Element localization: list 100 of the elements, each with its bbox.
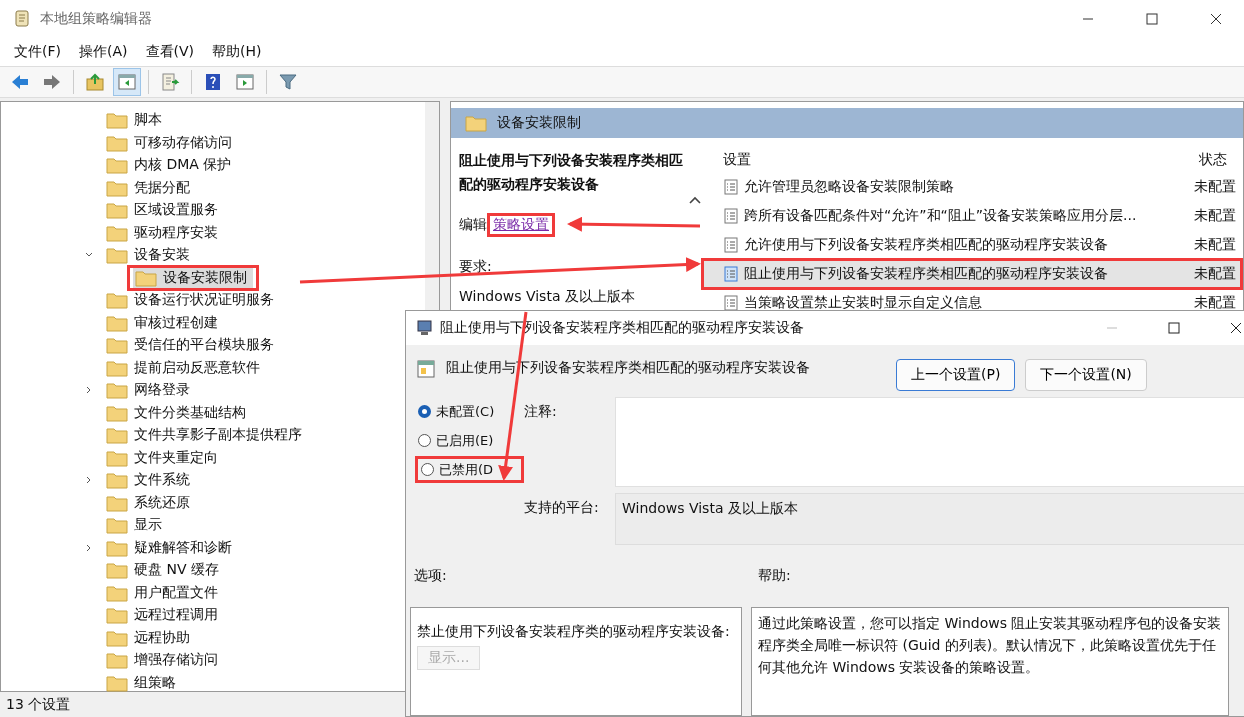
setting-row[interactable]: 当策略设置禁止安装时显示自定义信息 未配置 [704,290,1240,316]
tree-item[interactable]: 设备安装限制 [133,267,253,288]
comment-label: 注释: [524,402,558,421]
panel-title: 设备安装限制 [497,114,581,132]
folder-icon [106,111,128,130]
comment-field[interactable] [615,397,1244,487]
help-label: 帮助: [758,567,791,585]
tree-item[interactable]: 可移动存储访问 [106,132,238,153]
folder-icon [106,426,128,445]
scroll-icon [12,9,32,29]
folder-icon [106,358,128,377]
chevron-icon[interactable] [85,476,93,485]
folder-icon [106,201,128,220]
radio-option[interactable]: 未配置(C) [418,401,497,422]
tree-item[interactable]: 受信任的平台模块服务 [106,335,280,356]
radio-option[interactable]: 已禁用(D [421,459,496,480]
maximize-icon[interactable] [1146,13,1158,25]
back-icon [10,72,30,92]
menu-item[interactable]: 查看(V) [145,43,194,61]
folder-icon [465,114,487,132]
folder-icon [106,628,128,647]
close-icon[interactable] [1230,322,1242,334]
menu-item[interactable]: 文件(F) [14,43,61,61]
tree-item[interactable]: 驱动程序安装 [106,222,224,243]
folder-icon [106,538,128,557]
setting-row[interactable]: 阻止使用与下列设备安装程序类相匹配的驱动程序安装设备 未配置 [704,261,1240,287]
settings-page-icon [416,359,436,379]
export-list-icon [160,72,180,92]
folder-icon [106,313,128,332]
setting-row[interactable]: 允许管理员忽略设备安装限制策略 未配置 [704,174,1240,200]
tree-item[interactable]: 硬盘 NV 缓存 [106,560,225,581]
tree-item[interactable]: 增强存储访问 [106,650,224,671]
setting-row[interactable]: 跨所有设备匹配条件对“允许”和“阻止”设备安装策略应用分层... 未配置 [704,203,1240,229]
forward-icon [42,72,62,92]
tree-item[interactable]: 设备安装 [106,245,196,266]
scroll-up-icon[interactable] [689,196,701,204]
folder-icon [106,493,128,512]
tree-item[interactable]: 审核过程创建 [106,312,224,333]
folder-up-icon [85,72,105,92]
filter-icon [278,72,298,92]
folder-icon [106,516,128,535]
tree-item[interactable]: 系统还原 [106,492,196,513]
policy-icon [724,179,738,195]
menu-item[interactable]: 操作(A) [79,43,128,61]
setting-row[interactable]: 允许使用与下列设备安装程序类相匹配的驱动程序安装设备 未配置 [704,232,1240,258]
tree-item[interactable]: 远程过程调用 [106,605,224,626]
tree-item[interactable]: 提前启动反恶意软件 [106,357,266,378]
folder-icon [106,606,128,625]
requirements-text: Windows Vista 及以上版本 [459,288,636,306]
folder-icon [106,448,128,467]
tree-item[interactable]: 文件系统 [106,470,196,491]
tree-item[interactable]: 组策略 [106,672,182,693]
close-icon[interactable] [1210,13,1222,25]
tree-item[interactable]: 脚本 [106,110,168,131]
tree-item[interactable]: 内核 DMA 保护 [106,155,238,176]
window-title: 本地组策略编辑器 [40,10,152,28]
folder-icon [106,336,128,355]
policy-icon [724,266,738,282]
nav-button[interactable]: 下一个设置(N) [1025,359,1147,391]
tree-item[interactable]: 疑难解答和诊断 [106,537,238,558]
folder-icon [135,268,157,287]
chevron-icon[interactable] [85,386,93,395]
requirements-label: 要求: [459,258,493,276]
tree-item[interactable]: 显示 [106,515,168,536]
computer-icon [416,319,434,337]
platform-field: Windows Vista 及以上版本 [615,493,1244,545]
panel-toggle-icon [235,72,255,92]
folder-icon [106,381,128,400]
folder-icon [106,583,128,602]
tree-item[interactable]: 文件夹重定向 [106,447,224,468]
tree-item[interactable]: 区域设置服务 [106,200,224,221]
radio-option[interactable]: 已启用(E) [418,430,496,451]
tree-item[interactable]: 文件共享影子副本提供程序 [106,425,308,446]
tree-item[interactable]: 远程协助 [106,627,196,648]
help-icon [203,72,223,92]
platform-label: 支持的平台: [524,498,600,517]
tree-item[interactable]: 用户配置文件 [106,582,224,603]
maximize-icon[interactable] [1168,322,1180,334]
policy-icon [724,237,738,253]
folder-icon [106,471,128,490]
tree-item[interactable]: 凭据分配 [106,177,196,198]
folder-icon [106,223,128,242]
folder-icon [106,291,128,310]
folder-icon [106,178,128,197]
policy-title: 阻止使用与下列设备安装程序类相匹配的驱动程序安装设备 [459,151,684,194]
folder-icon [106,403,128,422]
nav-button[interactable]: 上一个设置(P) [896,359,1016,391]
folder-icon [106,561,128,580]
folder-icon [106,246,128,265]
column-header[interactable]: 状态 [1199,151,1243,169]
column-header[interactable]: 设置 [723,151,1199,169]
tree-item[interactable]: 设备运行状况证明服务 [106,290,280,311]
policy-settings-link[interactable]: 策略设置 [493,216,549,234]
tree-item[interactable]: 网络登录 [106,380,196,401]
folder-icon [106,651,128,670]
options-label: 选项: [414,567,448,585]
folder-icon [106,156,128,175]
menu-item[interactable]: 帮助(H) [212,43,262,61]
tree-item[interactable]: 文件分类基础结构 [106,402,252,423]
chevron-icon[interactable] [85,543,93,552]
